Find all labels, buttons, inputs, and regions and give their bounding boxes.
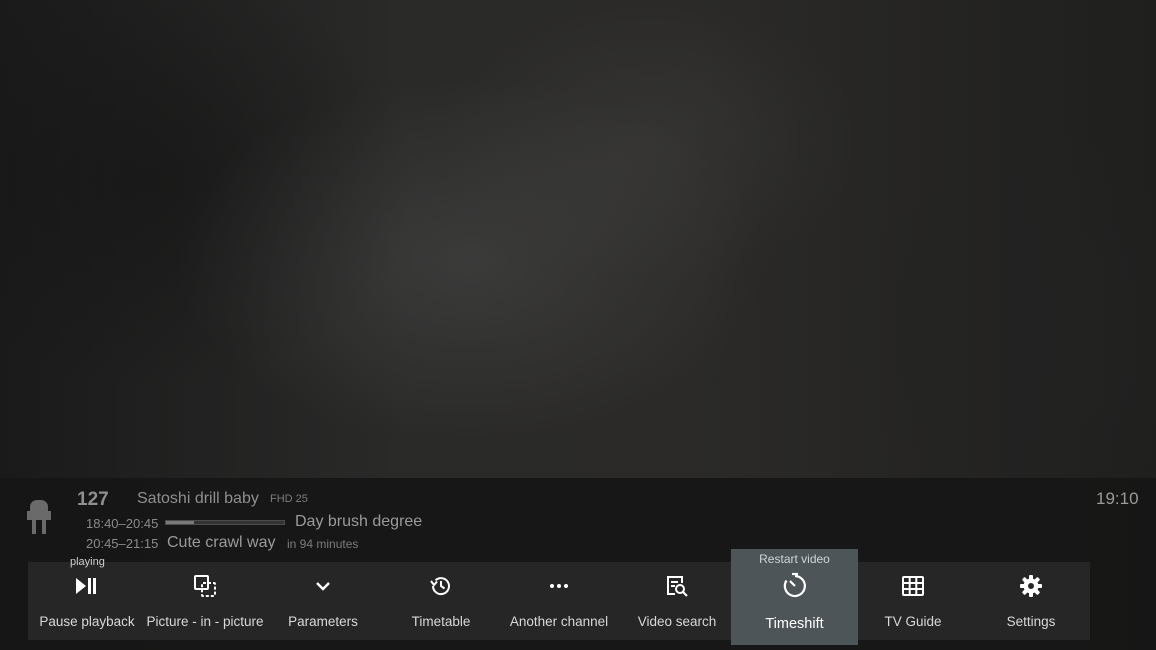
timeshift-label: Timeshift — [765, 616, 824, 632]
timeshift-button[interactable]: Restart video Timeshift — [731, 549, 858, 645]
tv-guide-label: TV Guide — [884, 614, 942, 629]
chevron-down-icon — [311, 574, 335, 598]
grid-icon — [901, 574, 925, 598]
gear-icon — [1019, 574, 1043, 598]
pause-playback-label: Pause playback — [39, 614, 135, 629]
parameters-button[interactable]: Parameters — [264, 562, 382, 640]
search-document-icon — [665, 574, 689, 598]
picture-in-picture-label: Picture - in - picture — [146, 614, 264, 629]
settings-label: Settings — [1006, 614, 1056, 629]
timer-restart-icon — [782, 572, 808, 598]
plug-icon — [24, 497, 54, 537]
parameters-label: Parameters — [288, 614, 358, 629]
channel-name: Satoshi drill baby — [137, 490, 259, 507]
channel-quality-badge: FHD 25 — [270, 493, 308, 505]
pause-playback-button[interactable]: Pause playback — [28, 562, 146, 640]
settings-button[interactable]: Settings — [972, 562, 1090, 640]
video-search-button[interactable]: Video search — [618, 562, 736, 640]
next-program-title: Cute crawl way — [167, 534, 276, 551]
program-progress-fill — [166, 521, 195, 524]
tv-guide-button[interactable]: TV Guide — [854, 562, 972, 640]
program-progress-bar — [165, 520, 285, 525]
current-program-time: 18:40–20:45 — [86, 516, 159, 531]
timetable-button[interactable]: Timetable — [382, 562, 500, 640]
play-pause-icon — [75, 574, 99, 598]
history-icon — [429, 574, 453, 598]
next-program-countdown: in 94 minutes — [287, 537, 359, 551]
timetable-label: Timetable — [411, 614, 471, 629]
more-horizontal-icon — [547, 574, 571, 598]
another-channel-label: Another channel — [509, 614, 609, 629]
another-channel-button[interactable]: Another channel — [500, 562, 618, 640]
next-program-time: 20:45–21:15 — [86, 536, 159, 551]
video-search-label: Video search — [637, 614, 717, 629]
clock: 19:10 — [1096, 489, 1139, 508]
picture-in-picture-button[interactable]: Picture - in - picture — [146, 562, 264, 640]
restart-video-hint: Restart video — [759, 552, 830, 566]
current-program-title: Day brush degree — [295, 513, 423, 530]
channel-number: 127 — [77, 489, 109, 510]
pip-icon — [193, 574, 217, 598]
